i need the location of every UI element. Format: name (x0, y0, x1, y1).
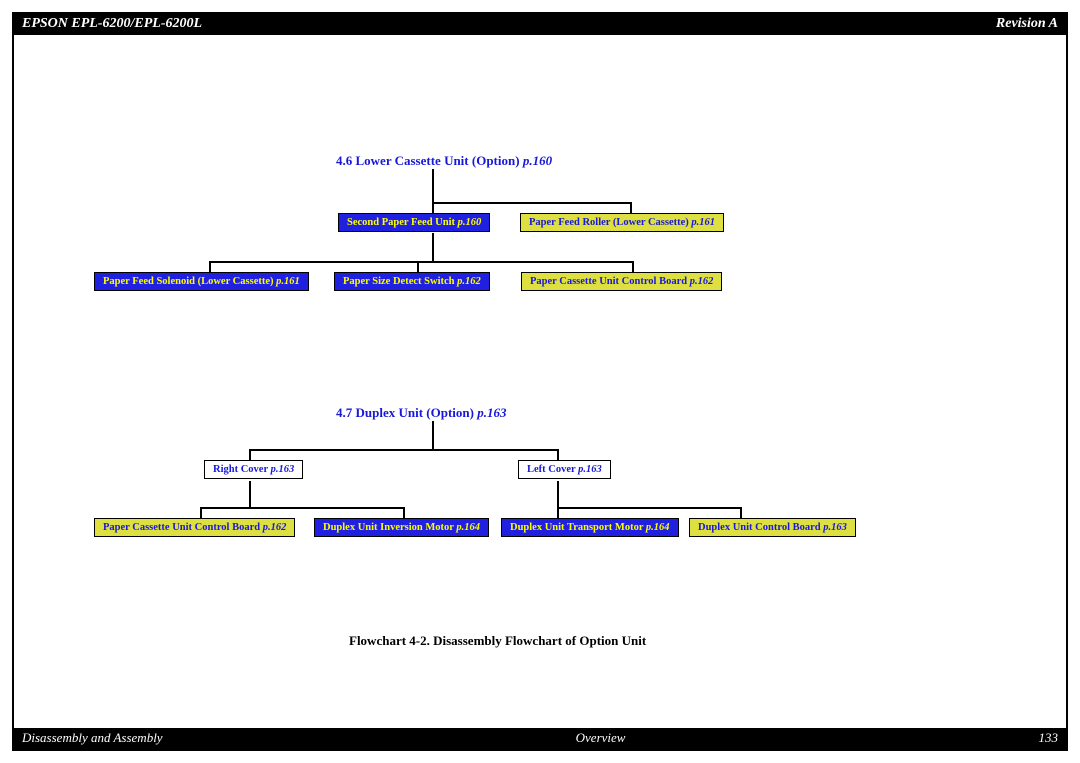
node-label: Right Cover (213, 464, 268, 475)
node-paper-feed-solenoid[interactable]: Paper Feed Solenoid (Lower Cassette) p.1… (94, 272, 309, 291)
heading-page: p.163 (477, 405, 506, 420)
header-left: EPSON EPL-6200/EPL-6200L (22, 16, 202, 32)
connector (209, 261, 634, 263)
heading-name: Duplex Unit (Option) (356, 405, 474, 420)
node-page: p.162 (457, 276, 481, 287)
page-header: EPSON EPL-6200/EPL-6200L Revision A (14, 14, 1066, 35)
page-frame: EPSON EPL-6200/EPL-6200L Revision A 4.6 … (12, 12, 1068, 751)
node-label: Duplex Unit Control Board (698, 522, 821, 533)
connector (200, 507, 405, 509)
node-page: p.164 (456, 522, 480, 533)
node-paper-size-detect-switch[interactable]: Paper Size Detect Switch p.162 (334, 272, 490, 291)
node-right-cover[interactable]: Right Cover p.163 (204, 460, 303, 479)
node-label: Paper Cassette Unit Control Board (103, 522, 260, 533)
node-page: p.162 (263, 522, 287, 533)
node-label: Paper Cassette Unit Control Board (530, 276, 687, 287)
node-page: p.163 (823, 522, 847, 533)
header-right: Revision A (996, 16, 1058, 32)
connector (432, 233, 434, 263)
node-page: p.163 (271, 464, 295, 475)
node-paper-cassette-control-board-2[interactable]: Paper Cassette Unit Control Board p.162 (94, 518, 295, 537)
node-page: p.161 (276, 276, 300, 287)
heading-num: 4.6 (336, 153, 352, 168)
node-page: p.162 (690, 276, 714, 287)
figure-caption: Flowchart 4-2. Disassembly Flowchart of … (349, 633, 646, 649)
connector (432, 421, 434, 451)
connector (249, 481, 251, 509)
page-footer: Disassembly and Assembly Overview 133 (14, 728, 1066, 749)
footer-left: Disassembly and Assembly (22, 730, 163, 746)
node-label: Duplex Unit Inversion Motor (323, 522, 454, 533)
node-duplex-inversion-motor[interactable]: Duplex Unit Inversion Motor p.164 (314, 518, 489, 537)
connector (432, 202, 632, 204)
footer-center: Overview (576, 730, 626, 746)
heading-page: p.160 (523, 153, 552, 168)
node-label: Left Cover (527, 464, 576, 475)
node-duplex-control-board[interactable]: Duplex Unit Control Board p.163 (689, 518, 856, 537)
connector (557, 481, 559, 509)
node-paper-cassette-control-board-1[interactable]: Paper Cassette Unit Control Board p.162 (521, 272, 722, 291)
node-page: p.164 (646, 522, 670, 533)
node-left-cover[interactable]: Left Cover p.163 (518, 460, 611, 479)
node-label: Duplex Unit Transport Motor (510, 522, 643, 533)
footer-right: 133 (1039, 730, 1059, 746)
node-paper-feed-roller[interactable]: Paper Feed Roller (Lower Cassette) p.161 (520, 213, 724, 232)
node-second-paper-feed-unit[interactable]: Second Paper Feed Unit p.160 (338, 213, 490, 232)
section-heading-4-7: 4.7 Duplex Unit (Option) p.163 (336, 405, 506, 421)
node-page: p.160 (458, 217, 482, 228)
node-label: Paper Feed Solenoid (Lower Cassette) (103, 276, 274, 287)
node-duplex-transport-motor[interactable]: Duplex Unit Transport Motor p.164 (501, 518, 679, 537)
node-page: p.161 (691, 217, 715, 228)
heading-name: Lower Cassette Unit (Option) (356, 153, 520, 168)
connector (249, 449, 559, 451)
node-page: p.163 (578, 464, 602, 475)
heading-num: 4.7 (336, 405, 352, 420)
diagram-canvas: 4.6 Lower Cassette Unit (Option) p.160 S… (14, 35, 1066, 726)
connector (432, 169, 434, 204)
node-label: Paper Size Detect Switch (343, 276, 454, 287)
node-label: Paper Feed Roller (Lower Cassette) (529, 217, 689, 228)
section-heading-4-6: 4.6 Lower Cassette Unit (Option) p.160 (336, 153, 552, 169)
node-label: Second Paper Feed Unit (347, 217, 455, 228)
connector (557, 507, 742, 509)
